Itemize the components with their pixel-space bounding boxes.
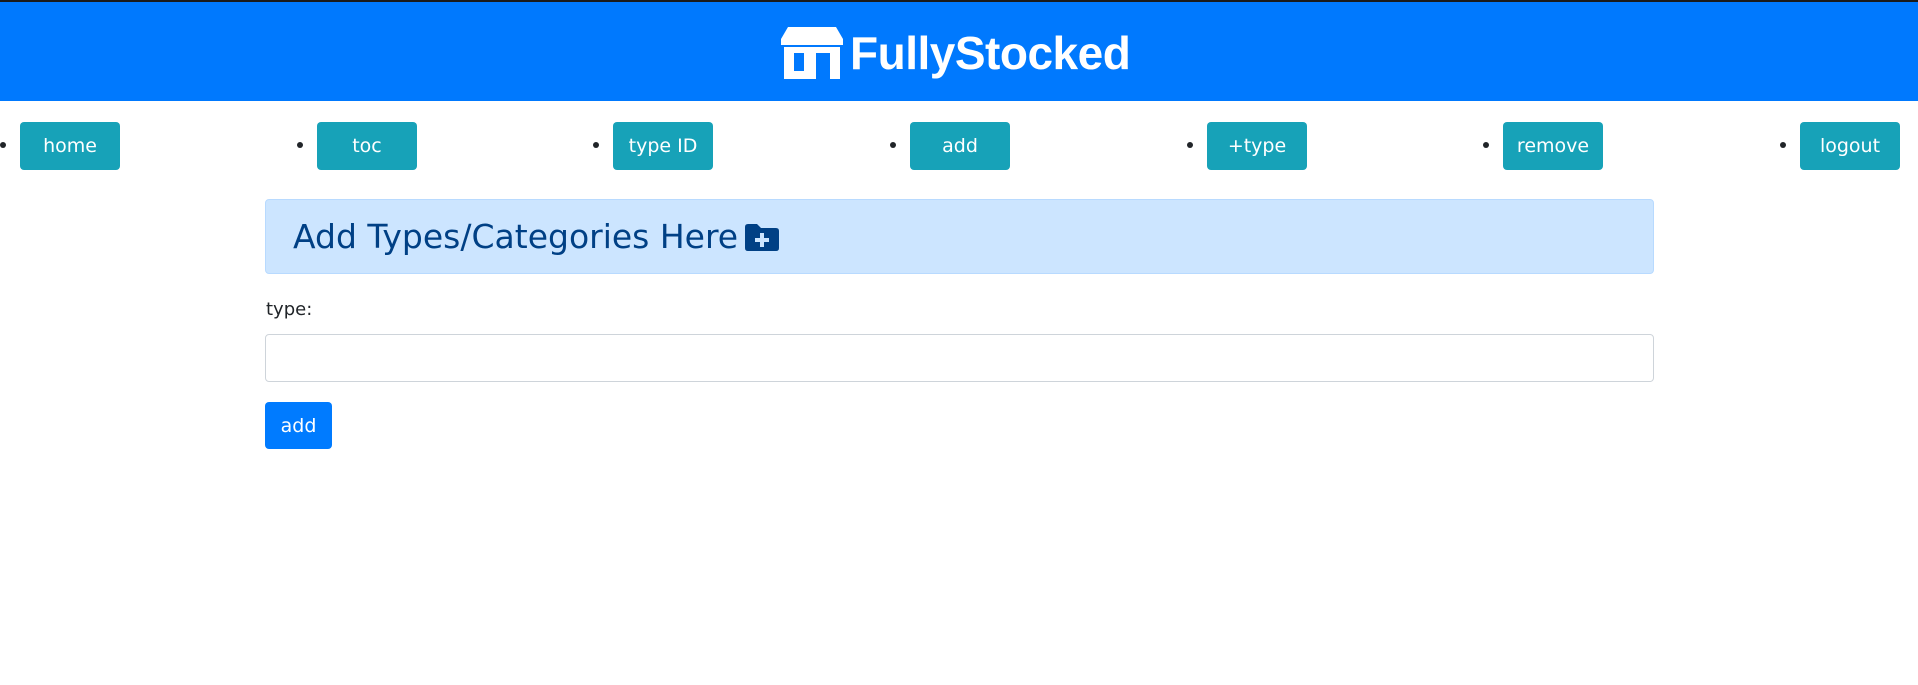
nav-logout-button[interactable]: logout [1800,122,1900,170]
bullet-icon [1187,142,1193,148]
type-input[interactable] [265,334,1654,382]
bullet-icon [890,142,896,148]
nav-remove-button[interactable]: remove [1503,122,1603,170]
nav-home-button[interactable]: home [20,122,120,170]
nav-add-type-button[interactable]: +type [1207,122,1307,170]
type-field-label: type: [266,299,313,320]
bullet-icon [0,142,6,148]
bullet-icon [1483,142,1489,148]
page-title-banner: Add Types/Categories Here [265,199,1654,274]
bullet-icon [297,142,303,148]
add-button[interactable]: add [265,402,332,449]
nav-add-button[interactable]: add [910,122,1010,170]
page-title: Add Types/Categories Here [293,217,739,256]
store-icon [780,25,844,81]
bullet-icon [1780,142,1786,148]
folder-plus-icon [744,222,780,252]
bullet-icon [593,142,599,148]
nav-toc-button[interactable]: toc [317,122,417,170]
brand[interactable]: FullyStocked [780,21,1131,85]
main-nav: home toc type ID add +type remove logout [0,122,1918,170]
nav-type-id-button[interactable]: type ID [613,122,713,170]
brand-name: FullyStocked [850,27,1131,79]
app-header: FullyStocked [0,0,1918,101]
